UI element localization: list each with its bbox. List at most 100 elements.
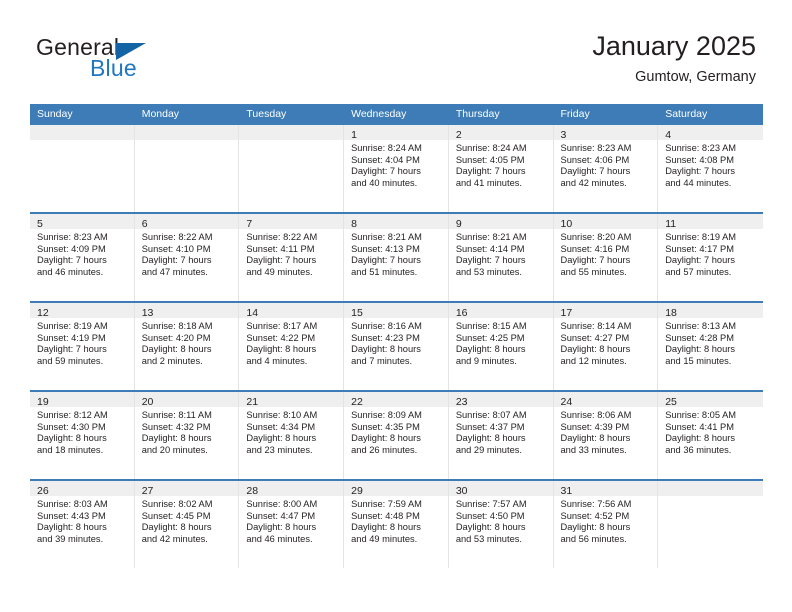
- daylight-text-cont: and 23 minutes.: [246, 444, 313, 455]
- day-number-band: 25: [658, 392, 763, 408]
- sunset-text: Sunset: 4:32 PM: [141, 421, 211, 432]
- day-cell[interactable]: 2 Sunrise: 8:24 AM Sunset: 4:05 PM Daylight…: [448, 125, 554, 212]
- day-details: Sunrise: 8:21 AM Sunset: 4:14 PM Daylight:…: [449, 229, 553, 278]
- page-header: General Blue January 2025 Gumtow, German…: [0, 0, 792, 104]
- day-cell[interactable]: 13 Sunrise: 8:18 AM Sunset: 4:20 PM Dayligh…: [134, 303, 240, 390]
- sunrise-text: Sunrise: 8:22 AM: [141, 232, 213, 242]
- day-number-band: 15: [344, 303, 448, 319]
- day-cell[interactable]: 9 Sunrise: 8:21 AM Sunset: 4:14 PM Daylight…: [448, 214, 554, 301]
- daylight-text: Daylight: 7 hours: [560, 166, 631, 177]
- day-cell[interactable]: 19 Sunrise: 8:12 AM Sunset: 4:30 PM Dayligh…: [30, 392, 135, 479]
- day-cell[interactable]: 25 Sunrise: 8:05 AM Sunset: 4:41 PM Dayligh…: [658, 392, 763, 479]
- sunrise-text: Sunrise: 8:20 AM: [560, 232, 632, 242]
- day-number-band: 4: [658, 125, 763, 141]
- day-number: 16: [455, 307, 468, 319]
- day-details: Sunrise: 8:21 AM Sunset: 4:13 PM Daylight:…: [344, 229, 448, 278]
- day-number: 12: [37, 307, 49, 319]
- day-details: Sunrise: 8:06 AM Sunset: 4:39 PM Daylight:…: [554, 407, 658, 456]
- day-cell[interactable]: 12 Sunrise: 8:19 AM Sunset: 4:19 PM Dayligh…: [30, 303, 135, 390]
- day-number-band: [658, 481, 763, 496]
- day-cell[interactable]: 28 Sunrise: 8:00 AM Sunset: 4:47 PM Dayligh…: [239, 481, 345, 568]
- day-details: Sunrise: 8:18 AM Sunset: 4:20 PM Daylight:…: [135, 318, 239, 367]
- day-number-band: 6: [134, 214, 239, 230]
- day-cell[interactable]: 4 Sunrise: 8:23 AM Sunset: 4:08 PM Daylight…: [658, 125, 763, 212]
- sunrise-text: Sunrise: 8:16 AM: [351, 321, 422, 331]
- calendar-page: General Blue January 2025 Gumtow, German…: [0, 0, 792, 612]
- daylight-text-cont: and 44 minutes.: [665, 177, 732, 188]
- daylight-text: Daylight: 8 hours: [37, 522, 107, 533]
- sunset-text: Sunset: 4:20 PM: [141, 332, 211, 343]
- day-details: [239, 140, 343, 143]
- sunrise-text: Sunrise: 8:11 AM: [141, 410, 212, 420]
- calendar-week-row: 1 Sunrise: 8:24 AM Sunset: 4:04 PM Daylight…: [30, 125, 763, 212]
- day-details: Sunrise: 8:03 AM Sunset: 4:43 PM Daylight:…: [30, 496, 134, 545]
- day-cell[interactable]: 26 Sunrise: 8:03 AM Sunset: 4:43 PM Dayligh…: [30, 481, 135, 568]
- sunset-text: Sunset: 4:13 PM: [351, 243, 420, 254]
- daylight-text-cont: and 59 minutes.: [37, 355, 104, 366]
- day-number: 21: [246, 396, 259, 408]
- weekday-header-monday: Monday: [141, 108, 180, 120]
- daylight-text: Daylight: 8 hours: [351, 522, 421, 533]
- sunset-text: Sunset: 4:48 PM: [351, 510, 420, 521]
- day-details: Sunrise: 7:57 AM Sunset: 4:50 PM Daylight:…: [449, 496, 553, 545]
- daylight-text-cont: and 40 minutes.: [351, 177, 418, 188]
- day-cell[interactable]: 18 Sunrise: 8:13 AM Sunset: 4:28 PM Dayligh…: [658, 303, 763, 390]
- day-details: Sunrise: 8:02 AM Sunset: 4:45 PM Daylight:…: [135, 496, 239, 545]
- day-cell[interactable]: 21 Sunrise: 8:10 AM Sunset: 4:34 PM Dayligh…: [239, 392, 345, 479]
- calendar-week-cells: 26 Sunrise: 8:03 AM Sunset: 4:43 PM Dayligh…: [30, 481, 763, 568]
- daylight-text: Daylight: 7 hours: [37, 344, 107, 355]
- sunrise-text: Sunrise: 7:59 AM: [351, 499, 422, 509]
- weekday-header-row: Sunday Monday Tuesday Wednesday Thursday Frid…: [30, 104, 763, 125]
- day-details: Sunrise: 8:11 AM Sunset: 4:32 PM Daylight:…: [135, 407, 239, 456]
- day-number-band: 19: [30, 392, 134, 408]
- day-number: 2: [455, 129, 462, 141]
- sunset-text: Sunset: 4:45 PM: [141, 510, 211, 521]
- day-number: 5: [37, 218, 43, 230]
- day-cell[interactable]: 30 Sunrise: 7:57 AM Sunset: 4:50 PM Dayligh…: [448, 481, 554, 568]
- day-cell[interactable]: 6 Sunrise: 8:22 AM Sunset: 4:10 PM Daylight…: [134, 214, 240, 301]
- sunrise-text: Sunrise: 8:23 AM: [665, 143, 737, 153]
- daylight-text: Daylight: 8 hours: [560, 433, 631, 444]
- day-cell[interactable]: 20 Sunrise: 8:11 AM Sunset: 4:32 PM Dayligh…: [134, 392, 240, 479]
- day-cell[interactable]: 24 Sunrise: 8:06 AM Sunset: 4:39 PM Dayligh…: [553, 392, 659, 479]
- day-cell[interactable]: 17 Sunrise: 8:14 AM Sunset: 4:27 PM Dayligh…: [553, 303, 659, 390]
- sunset-text: Sunset: 4:43 PM: [37, 510, 106, 521]
- day-cell[interactable]: 27 Sunrise: 8:02 AM Sunset: 4:45 PM Dayligh…: [134, 481, 240, 568]
- day-cell[interactable]: 3 Sunrise: 8:23 AM Sunset: 4:06 PM Daylight…: [553, 125, 659, 212]
- day-cell[interactable]: 7 Sunrise: 8:22 AM Sunset: 4:11 PM Daylight…: [239, 214, 345, 301]
- day-cell[interactable]: 14 Sunrise: 8:17 AM Sunset: 4:22 PM Dayligh…: [239, 303, 345, 390]
- sunrise-text: Sunrise: 8:23 AM: [560, 143, 632, 153]
- day-cell[interactable]: 23 Sunrise: 8:07 AM Sunset: 4:37 PM Dayligh…: [448, 392, 554, 479]
- daylight-text: Daylight: 8 hours: [141, 522, 212, 533]
- day-cell-empty: [658, 481, 763, 568]
- day-number-band: 21: [239, 392, 344, 408]
- daylight-text-cont: and 57 minutes.: [665, 266, 732, 277]
- day-details: Sunrise: 8:23 AM Sunset: 4:06 PM Daylight:…: [554, 140, 658, 189]
- day-cell[interactable]: 31 Sunrise: 7:56 AM Sunset: 4:52 PM Dayligh…: [553, 481, 659, 568]
- daylight-text-cont: and 39 minutes.: [37, 533, 104, 544]
- day-number-band: 2: [448, 125, 553, 141]
- day-cell[interactable]: 15 Sunrise: 8:16 AM Sunset: 4:23 PM Dayligh…: [344, 303, 449, 390]
- sunset-text: Sunset: 4:28 PM: [665, 332, 734, 343]
- day-details: Sunrise: 8:15 AM Sunset: 4:25 PM Daylight:…: [449, 318, 553, 367]
- day-cell[interactable]: 29 Sunrise: 7:59 AM Sunset: 4:48 PM Dayligh…: [344, 481, 449, 568]
- daylight-text-cont: and 33 minutes.: [560, 444, 627, 455]
- sunrise-text: Sunrise: 8:03 AM: [37, 499, 108, 509]
- day-number-band: 17: [553, 303, 658, 319]
- day-cell[interactable]: 1 Sunrise: 8:24 AM Sunset: 4:04 PM Daylight…: [344, 125, 449, 212]
- day-cell[interactable]: 11 Sunrise: 8:19 AM Sunset: 4:17 PM Dayligh…: [658, 214, 763, 301]
- sunrise-text: Sunrise: 8:09 AM: [351, 410, 422, 420]
- day-details: Sunrise: 8:17 AM Sunset: 4:22 PM Daylight:…: [239, 318, 343, 367]
- day-number: 13: [141, 307, 154, 319]
- day-cell[interactable]: 10 Sunrise: 8:20 AM Sunset: 4:16 PM Dayligh…: [553, 214, 659, 301]
- day-cell[interactable]: 16 Sunrise: 8:15 AM Sunset: 4:25 PM Dayligh…: [448, 303, 554, 390]
- sunset-text: Sunset: 4:04 PM: [351, 154, 420, 165]
- day-cell[interactable]: 22 Sunrise: 8:09 AM Sunset: 4:35 PM Dayligh…: [344, 392, 449, 479]
- day-cell-empty: [30, 125, 135, 212]
- daylight-text-cont: and 41 minutes.: [455, 177, 522, 188]
- day-cell[interactable]: 8 Sunrise: 8:21 AM Sunset: 4:13 PM Daylight…: [344, 214, 449, 301]
- day-number-band: [134, 125, 239, 140]
- sunrise-text: Sunrise: 8:05 AM: [665, 410, 737, 420]
- day-number-band: 3: [553, 125, 658, 141]
- day-cell[interactable]: 5 Sunrise: 8:23 AM Sunset: 4:09 PM Daylight…: [30, 214, 135, 301]
